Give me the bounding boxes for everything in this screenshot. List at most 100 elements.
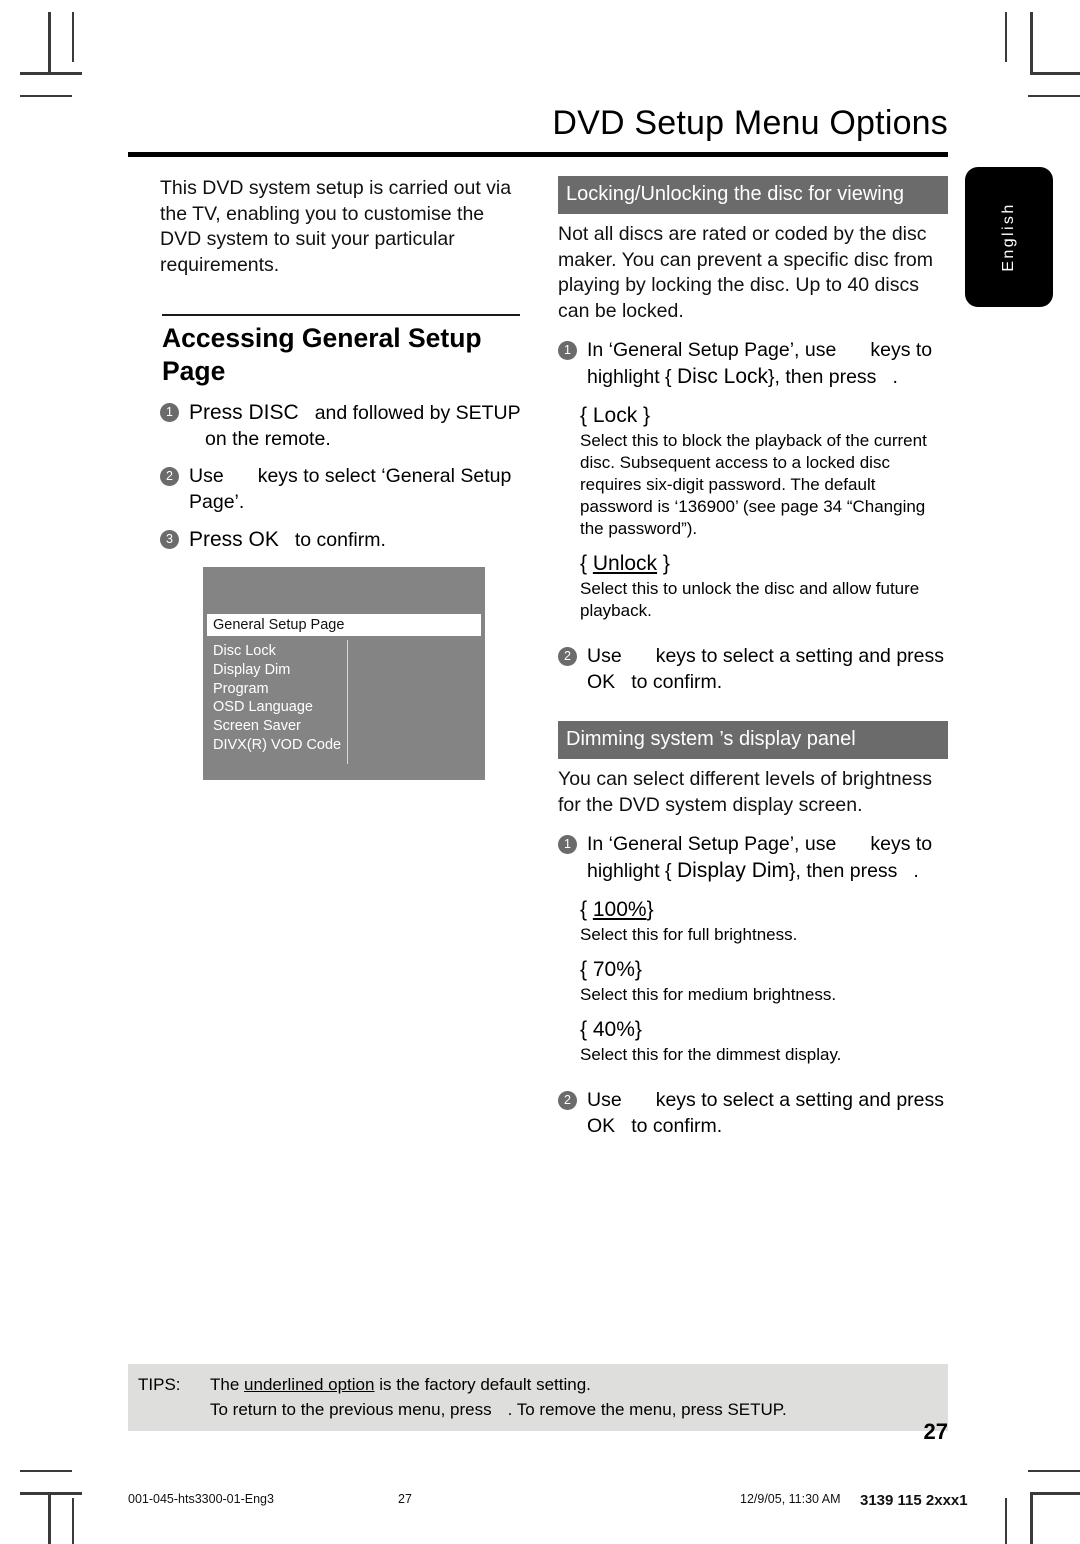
step-text-pre: Use — [189, 465, 224, 487]
step-text-d: . — [913, 859, 919, 882]
crop-mark-top-right-bleed-h — [1028, 95, 1080, 97]
crop-mark-top-left-bleed-v — [72, 12, 74, 62]
title-divider — [128, 152, 948, 157]
option-label-lock: { Lock } — [580, 404, 651, 427]
step-item: 1 Press DISC and followed by SETUP on the … — [160, 400, 525, 452]
option-description-unlock: Select this to unlock the disc and allow… — [580, 579, 920, 620]
tips-line2-a: To return to the previous menu, press — [210, 1400, 492, 1419]
crop-mark-top-left-vertical — [48, 12, 51, 74]
crop-mark-bottom-right-bleed-v — [1005, 1498, 1007, 1544]
step-number-badge: 2 — [160, 467, 179, 486]
step-number-badge: 1 — [558, 341, 577, 360]
osd-screenshot: General Setup Page Disc Lock Display Dim… — [203, 567, 485, 780]
crop-mark-bottom-left-bleed-h — [20, 1470, 72, 1472]
step-number-badge: 1 — [160, 403, 179, 422]
step-text-post: on the remote. — [205, 427, 331, 450]
option-label-70: { 70%} — [580, 958, 642, 981]
section-banner-dimming-display-panel: Dimming system ’s display panel — [558, 721, 948, 759]
crop-mark-top-left-horizontal — [20, 72, 82, 75]
crop-mark-top-right-vertical — [1030, 12, 1033, 74]
tips-underlined-option: underlined option — [244, 1375, 375, 1394]
step-text-post: keys to select ‘General Setup Page’. — [189, 465, 512, 513]
page-title: DVD Setup Menu Options — [552, 104, 948, 142]
footer-file-name: 001-045-hts3300-01-Eng3 — [128, 1492, 274, 1506]
crop-mark-top-right-bleed-v — [1005, 12, 1007, 62]
osd-menu-item-disc-lock: Disc Lock — [213, 643, 276, 659]
language-tab-label: English — [1000, 202, 1017, 272]
section-heading-accessing-general-setup: Accessing General Setup Page — [162, 323, 482, 386]
option-value: 100% — [592, 898, 647, 921]
step-text-mid: and followed by SETUP — [314, 402, 521, 424]
section-banner-locking-unlocking: Locking/Unlocking the disc for viewing — [558, 176, 948, 214]
step-text-a: In ‘General Setup Page’, use — [587, 833, 837, 855]
step-item: 1 In ‘General Setup Page’, use keys to hi… — [558, 832, 948, 884]
step-text-pre: Press DISC — [189, 401, 299, 424]
crop-mark-bottom-left-vertical — [48, 1492, 51, 1544]
osd-menu-item-screen-saver: Screen Saver — [213, 718, 301, 735]
section-divider — [162, 314, 520, 316]
option-value: 70% — [592, 958, 635, 981]
osd-menu-item-divx-vod-code: DIVX(R) VOD Code — [213, 736, 342, 753]
footer-page: 27 — [398, 1492, 412, 1506]
option-label-100: { 100%} — [580, 898, 654, 921]
step-key-label: Display Dim — [677, 858, 790, 882]
right-column: Locking/Unlocking the disc for viewing N… — [558, 176, 948, 1151]
step-number-badge: 3 — [160, 530, 179, 549]
step-text-d: . — [892, 365, 898, 388]
step-item: 3 Press OK to confirm. — [160, 527, 525, 554]
intro-paragraph: This DVD system setup is carried out via… — [160, 177, 512, 276]
option-value: Unlock — [592, 552, 658, 575]
page-number: 27 — [923, 1419, 948, 1444]
option-description-40: Select this for the dimmest display. — [580, 1045, 842, 1064]
step-text-post: to confirm. — [294, 529, 386, 551]
crop-mark-bottom-left-bleed-v — [72, 1498, 74, 1544]
option-description-70: Select this for medium brightness. — [580, 985, 837, 1004]
step-item: 2 Use keys to select ‘General Setup Page’… — [160, 464, 525, 515]
step-text-a: In ‘General Setup Page’, use — [587, 339, 837, 361]
crop-mark-bottom-right-vertical — [1030, 1492, 1033, 1544]
option-value: 40% — [592, 1018, 635, 1041]
osd-menu-list: Disc Lock Display Dim Program OSD Langua… — [213, 642, 363, 755]
option-description-lock: Select this to block the playback of the… — [580, 431, 927, 538]
step-text-c: }, then press — [768, 365, 877, 388]
tips-line-1: TIPS: The underlined option is the factor… — [128, 1372, 948, 1397]
step-number-badge: 2 — [558, 647, 577, 666]
locking-intro-paragraph: Not all discs are rated or coded by the … — [558, 223, 934, 322]
option-label-unlock: { Unlock } — [580, 552, 670, 575]
tips-line1-b: is the factory default setting. — [379, 1375, 591, 1394]
tips-line2-b: . To remove the menu, press SETUP — [507, 1400, 782, 1419]
crop-mark-bottom-right-horizontal — [1030, 1492, 1080, 1495]
step-text-pre: Press OK — [189, 528, 279, 551]
step-number-badge: 2 — [558, 1091, 577, 1110]
step-text-a: Use — [587, 1089, 622, 1111]
crop-mark-bottom-left-horizontal — [20, 1492, 82, 1495]
step-text-c: to confirm. — [631, 670, 723, 693]
osd-menu-item-osd-language: OSD Language — [213, 699, 313, 716]
option-description-100: Select this for full brightness. — [580, 925, 798, 944]
step-key-label: Disc Lock — [677, 364, 769, 388]
step-number-badge: 1 — [558, 835, 577, 854]
language-tab-english: English — [965, 167, 1053, 307]
step-text-a: Use — [587, 645, 622, 667]
option-value: Lock — [592, 404, 638, 427]
crop-mark-top-left-bleed-h — [20, 95, 72, 97]
crop-mark-top-right-horizontal — [1030, 72, 1080, 75]
step-item: 1 In ‘General Setup Page’, use keys to hi… — [558, 338, 948, 390]
dimming-intro-paragraph: You can select different levels of brigh… — [558, 768, 932, 816]
osd-title-bar: General Setup Page — [207, 614, 481, 636]
step-item: 2 Use keys to select a setting and press … — [558, 1088, 948, 1139]
crop-mark-bottom-right-bleed-h — [1028, 1470, 1080, 1472]
step-text-c: to confirm. — [631, 1114, 723, 1137]
osd-menu-item-program: Program — [213, 680, 269, 697]
manual-page: DVD Setup Menu Options This DVD system s… — [0, 0, 1080, 1544]
step-item: 2 Use keys to select a setting and press … — [558, 644, 948, 695]
footer-timestamp: 12/9/05, 11:30 AM — [740, 1492, 841, 1506]
tips-label: TIPS: — [138, 1375, 181, 1394]
step-text-c: }, then press — [789, 859, 898, 882]
osd-menu-item-display-dim: Display Dim — [213, 661, 291, 678]
left-column: This DVD system setup is carried out via… — [160, 176, 525, 566]
footer-doc-code: 3139 115 2xxx1 — [860, 1492, 968, 1509]
tips-line1-a: The — [210, 1375, 240, 1394]
tips-line2-c: . — [781, 1400, 787, 1419]
option-label-40: { 40%} — [580, 1018, 642, 1041]
